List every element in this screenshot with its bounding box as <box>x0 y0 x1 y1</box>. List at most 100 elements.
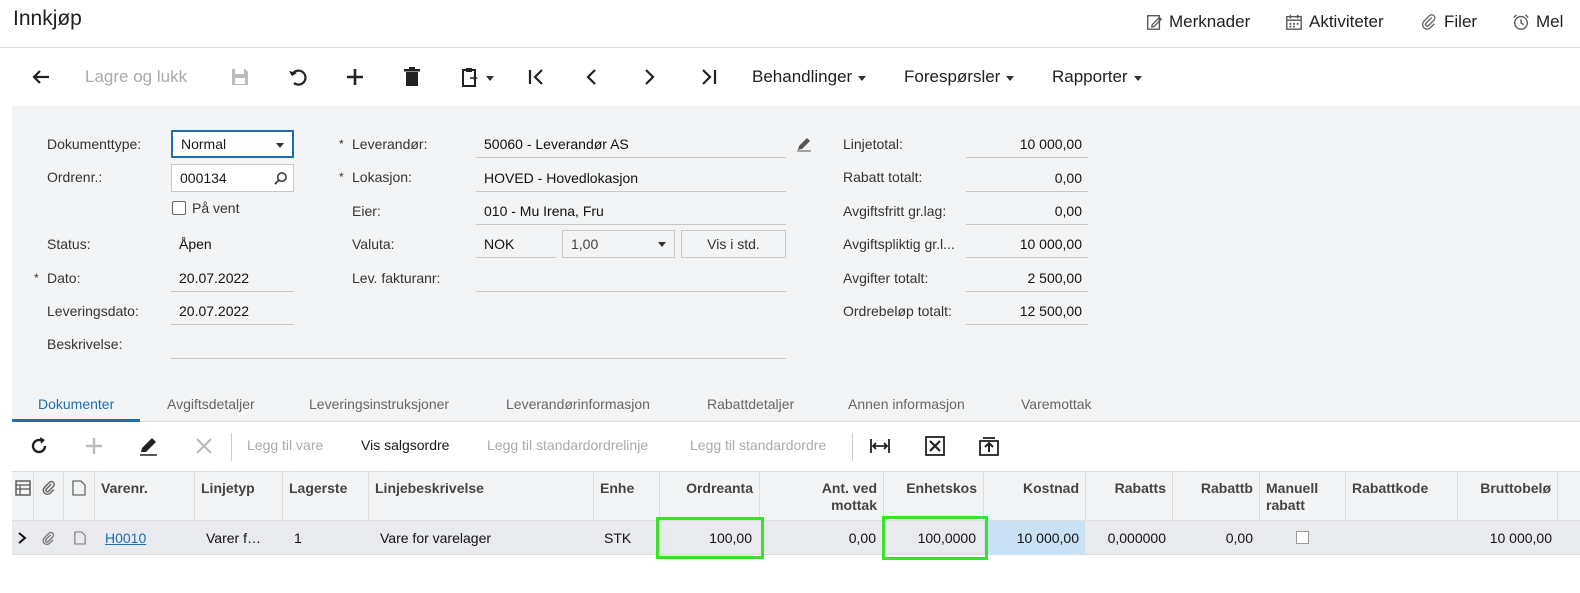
paperclip-icon[interactable] <box>41 531 56 546</box>
clipboard-icon <box>462 68 478 87</box>
tab-vendor-info[interactable]: Leverandørinformasjon <box>506 396 650 412</box>
back-button[interactable] <box>30 62 52 92</box>
rate-select[interactable]: 1,00 <box>562 230 675 258</box>
tab-tax-details[interactable]: Avgiftsdetaljer <box>167 396 255 412</box>
notes-link[interactable]: Merknader <box>1145 12 1250 32</box>
delete-row-button[interactable] <box>193 435 215 457</box>
show-sales-order-button[interactable]: Vis salgsordre <box>361 437 449 453</box>
chevron-down-icon <box>1006 75 1015 81</box>
col-item-nr[interactable]: Varenr. <box>95 472 195 522</box>
col-received-qty[interactable]: Ant. ved mottak <box>760 472 884 522</box>
upload-button[interactable] <box>978 435 1000 457</box>
clipboard-dropdown-button[interactable] <box>458 62 494 92</box>
col-warehouse[interactable]: Lagerste <box>283 472 369 522</box>
inquiries-menu[interactable]: Forespørsler <box>904 62 1015 92</box>
cost-cell[interactable]: 10 000,00 <box>984 521 1085 555</box>
tab-discount-details[interactable]: Rabattdetaljer <box>707 396 794 412</box>
line-type-cell[interactable]: Varer f… <box>200 521 282 555</box>
line-description-cell[interactable]: Vare for varelager <box>374 521 594 555</box>
order-nr-input[interactable]: 000134 <box>171 164 294 192</box>
add-button[interactable] <box>344 62 366 92</box>
vendor-invoice-input[interactable] <box>476 264 786 292</box>
on-hold-checkbox[interactable] <box>172 201 186 215</box>
table-row[interactable]: H0010 Varer f… 1 Vare for varelager STK … <box>12 521 1580 555</box>
refresh-icon <box>31 437 47 454</box>
first-record-button[interactable] <box>526 62 548 92</box>
col-gross-amount[interactable]: Bruttobelø <box>1458 472 1558 522</box>
grid-settings-column[interactable] <box>12 472 34 522</box>
edit-row-button[interactable] <box>138 435 160 457</box>
tab-receipts[interactable]: Varemottak <box>1021 396 1092 412</box>
save-close-button[interactable]: Lagre og lukk <box>85 62 187 92</box>
delete-button[interactable] <box>401 62 423 92</box>
col-line-description[interactable]: Linjebeskrivelse <box>369 472 594 522</box>
currency-input[interactable]: NOK <box>476 230 556 258</box>
plus-icon <box>86 438 102 454</box>
export-excel-button[interactable] <box>924 435 946 457</box>
reminders-link[interactable]: Mel <box>1512 12 1563 32</box>
col-discount-amount[interactable]: Rabattb <box>1173 472 1260 522</box>
search-icon[interactable] <box>273 171 288 186</box>
description-input[interactable] <box>171 331 786 359</box>
location-input[interactable]: HOVED - Hovedlokasjon <box>476 164 786 192</box>
document-icon[interactable] <box>74 531 86 545</box>
previous-record-button[interactable] <box>581 62 603 92</box>
last-record-button[interactable] <box>697 62 719 92</box>
col-manual-discount-line1: Manuell <box>1266 480 1319 496</box>
col-manual-discount[interactable]: Manuell rabatt <box>1260 472 1346 522</box>
vendor-input[interactable]: 50060 - Leverandør AS <box>476 130 786 158</box>
col-unit[interactable]: Enhe <box>594 472 660 522</box>
date-label: Dato: <box>47 270 81 286</box>
delivery-date-input[interactable]: 20.07.2022 <box>171 297 294 325</box>
discount-pct-cell[interactable]: 0,000000 <box>1086 521 1172 555</box>
actions-menu[interactable]: Behandlinger <box>752 62 867 92</box>
files-link[interactable]: Filer <box>1420 12 1477 32</box>
col-order-qty[interactable]: Ordreanta <box>660 472 760 522</box>
discount-total-value: 0,00 <box>966 164 1088 192</box>
col-line-type[interactable]: Linjetyp <box>195 472 283 522</box>
refresh-button[interactable] <box>28 435 50 457</box>
chevron-down-icon <box>276 143 284 148</box>
item-nr-link[interactable]: H0010 <box>99 521 195 555</box>
currency-label: Valuta: <box>352 236 395 252</box>
inquiries-label: Forespørsler <box>904 67 1001 86</box>
tab-other-info[interactable]: Annen informasjon <box>848 396 965 412</box>
gross-amount-cell[interactable]: 10 000,00 <box>1458 521 1558 555</box>
discount-code-cell[interactable] <box>1346 521 1458 555</box>
pencil-icon[interactable] <box>796 136 812 152</box>
unit-cell[interactable]: STK <box>598 521 658 555</box>
add-standard-line-button[interactable]: Legg til standardordrelinje <box>487 437 648 453</box>
col-unit-cost[interactable]: Enhetskos <box>884 472 984 522</box>
col-cost[interactable]: Kostnad <box>984 472 1086 522</box>
add-row-button[interactable] <box>83 435 105 457</box>
manual-discount-checkbox[interactable] <box>1296 531 1309 544</box>
chevron-right-icon[interactable] <box>16 531 28 545</box>
doc-type-select[interactable]: Normal <box>171 130 294 158</box>
warehouse-cell[interactable]: 1 <box>288 521 368 555</box>
add-item-button[interactable]: Legg til vare <box>247 437 323 453</box>
discount-amount-cell[interactable]: 0,00 <box>1173 521 1259 555</box>
chevron-down-icon <box>858 75 867 81</box>
reports-menu[interactable]: Rapporter <box>1052 62 1142 92</box>
owner-input[interactable]: 010 - Mu Irena, Fru <box>476 197 786 225</box>
undo-button[interactable] <box>287 62 309 92</box>
tax-total-label: Avgifter totalt: <box>843 270 929 286</box>
notes-column-header[interactable] <box>64 472 95 522</box>
tab-documents[interactable]: Dokumenter <box>38 396 114 412</box>
files-label: Filer <box>1444 12 1478 31</box>
required-marker: * <box>339 137 344 151</box>
col-discount-code[interactable]: Rabattkode <box>1346 472 1458 522</box>
fit-columns-button[interactable] <box>869 435 891 457</box>
date-input[interactable]: 20.07.2022 <box>171 264 294 292</box>
show-std-button[interactable]: Vis i std. <box>681 230 786 258</box>
save-button[interactable] <box>229 62 251 92</box>
add-standard-order-button[interactable]: Legg til standardordre <box>690 437 826 453</box>
attachments-column-header[interactable] <box>34 472 64 522</box>
activities-link[interactable]: Aktiviteter <box>1285 12 1384 32</box>
received-qty-cell[interactable]: 0,00 <box>760 521 882 555</box>
note-edit-icon <box>1147 15 1163 30</box>
next-record-button[interactable] <box>638 62 660 92</box>
tab-delivery-instructions[interactable]: Leveringsinstruksjoner <box>309 396 449 412</box>
col-discount-pct[interactable]: Rabatts <box>1086 472 1173 522</box>
reports-label: Rapporter <box>1052 67 1128 86</box>
